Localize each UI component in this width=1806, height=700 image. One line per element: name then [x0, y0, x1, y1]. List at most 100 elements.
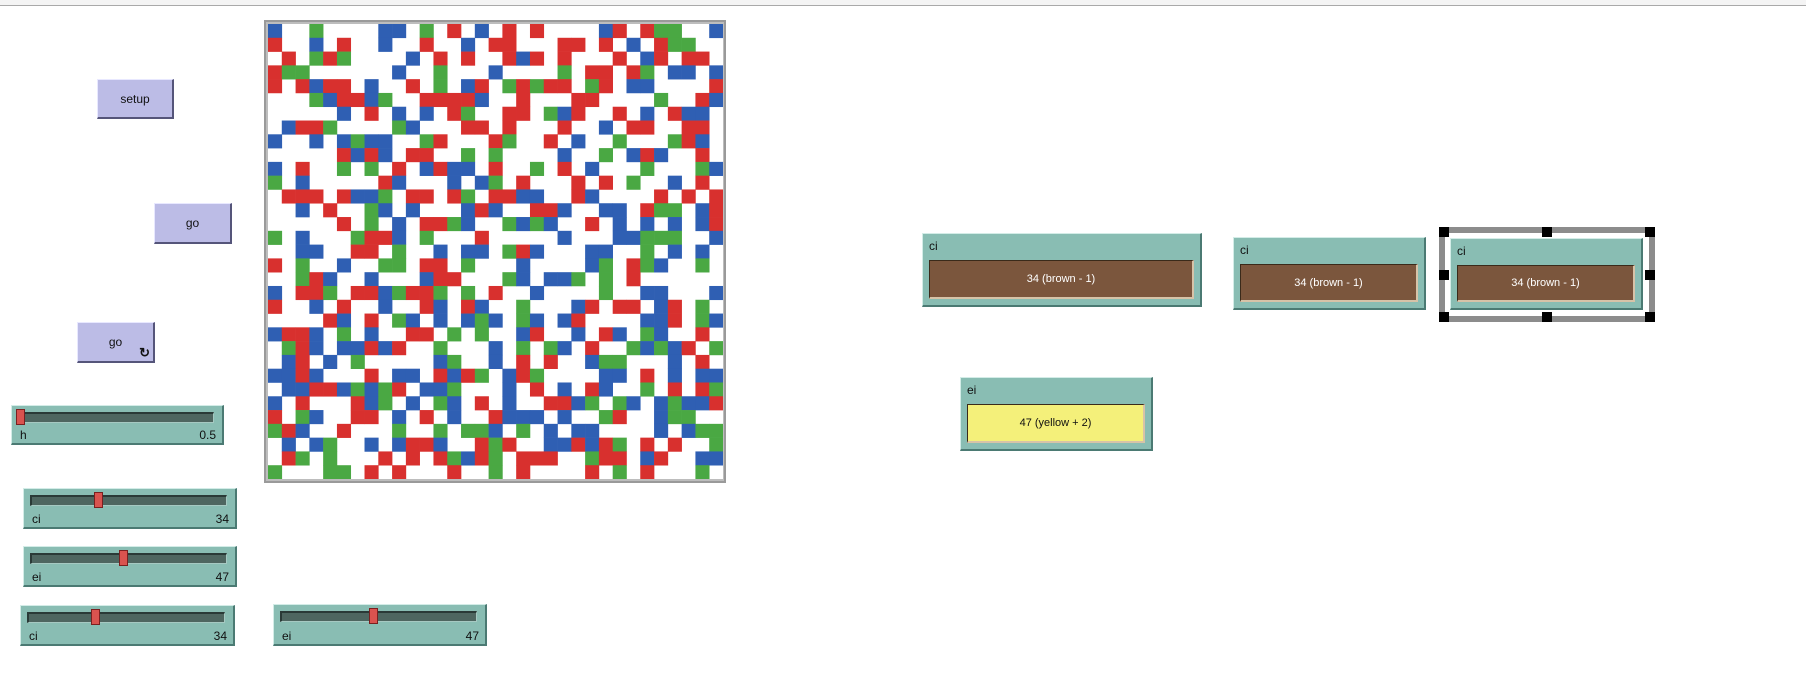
patch — [571, 396, 586, 411]
patch — [667, 244, 682, 259]
patch — [461, 189, 476, 204]
chooser-value[interactable]: 34 (brown - 1) — [1457, 265, 1635, 302]
resize-handle[interactable] — [1439, 270, 1449, 280]
patch — [336, 51, 352, 66]
patch — [447, 354, 462, 369]
patch — [350, 410, 365, 425]
patch — [433, 299, 448, 314]
patch — [433, 79, 448, 94]
patch — [447, 410, 462, 425]
resize-handle[interactable] — [1439, 227, 1449, 237]
patch — [336, 299, 352, 314]
patch — [681, 106, 696, 121]
patch — [433, 161, 448, 176]
patch — [667, 382, 682, 397]
patch — [695, 134, 710, 149]
patch — [447, 106, 462, 121]
patch — [350, 230, 365, 245]
patch — [378, 175, 393, 190]
world-view[interactable] — [264, 20, 726, 483]
patch — [585, 217, 600, 232]
patch — [419, 217, 434, 232]
patch — [433, 92, 448, 108]
patch — [433, 258, 448, 273]
patch — [557, 437, 572, 452]
patch — [640, 368, 655, 383]
patch — [392, 465, 407, 479]
patch — [667, 313, 682, 328]
patch — [336, 341, 352, 356]
chooser-ci[interactable]: ci 34 (brown - 1) — [922, 233, 1202, 307]
patch — [392, 423, 407, 438]
chooser-ei[interactable]: ei 47 (yellow + 2) — [960, 377, 1153, 451]
patch — [667, 437, 682, 452]
patch — [598, 175, 613, 190]
patch — [502, 24, 517, 39]
patch — [474, 244, 489, 259]
go-once-button[interactable]: go — [154, 203, 232, 244]
slider-track[interactable] — [30, 495, 227, 506]
patch — [295, 189, 310, 204]
patch — [461, 285, 476, 301]
patch — [654, 148, 669, 163]
resize-handle[interactable] — [1645, 270, 1655, 280]
patch — [557, 79, 572, 94]
slider-thumb[interactable] — [118, 550, 128, 566]
chooser-ci-2[interactable]: ci 34 (brown - 1) — [1233, 237, 1426, 310]
slider-track[interactable] — [18, 412, 214, 423]
patch — [640, 244, 655, 259]
patch — [502, 134, 517, 149]
patch — [654, 230, 669, 245]
patch — [295, 410, 310, 425]
slider-ci[interactable]: ci 34 — [23, 488, 237, 529]
chooser-ci-3[interactable]: ci 34 (brown - 1) — [1450, 238, 1643, 310]
slider-thumb[interactable] — [368, 608, 378, 624]
slider-ei[interactable]: ei 47 — [23, 546, 237, 587]
patch — [516, 410, 531, 425]
slider-thumb[interactable] — [16, 409, 25, 425]
slider-ei-2[interactable]: ei 47 — [273, 604, 487, 646]
patch-grid[interactable] — [268, 24, 723, 479]
patch — [364, 134, 379, 149]
slider-track[interactable] — [280, 611, 477, 622]
slider-h[interactable]: h 0.5 — [11, 405, 224, 445]
resize-handle[interactable] — [1645, 227, 1655, 237]
patch — [516, 368, 531, 383]
patch — [295, 341, 310, 356]
chooser-value[interactable]: 34 (brown - 1) — [1240, 264, 1418, 302]
slider-thumb[interactable] — [93, 492, 103, 508]
patch — [695, 148, 710, 163]
resize-handle[interactable] — [1645, 312, 1655, 322]
patch — [336, 327, 352, 342]
slider-thumb[interactable] — [90, 609, 100, 625]
patch — [557, 272, 572, 287]
patch — [392, 410, 407, 425]
patch — [557, 396, 572, 411]
chooser-value[interactable]: 47 (yellow + 2) — [967, 404, 1145, 443]
patch — [309, 437, 324, 452]
slider-name: ei — [32, 570, 42, 584]
go-forever-button[interactable]: go ↻ — [77, 322, 155, 363]
patch — [681, 120, 696, 135]
patch — [557, 120, 572, 135]
chooser-label: ci — [1457, 244, 1466, 258]
resize-handle[interactable] — [1542, 227, 1552, 237]
resize-handle[interactable] — [1439, 312, 1449, 322]
setup-button[interactable]: setup — [97, 79, 174, 119]
resize-handle[interactable] — [1542, 312, 1552, 322]
patch — [667, 368, 682, 383]
patch — [612, 134, 627, 149]
patch — [433, 285, 448, 301]
patch — [502, 272, 517, 287]
patch — [419, 37, 434, 52]
patch — [309, 410, 324, 425]
chooser-value[interactable]: 34 (brown - 1) — [929, 260, 1194, 299]
patch — [681, 410, 696, 425]
patch — [695, 217, 710, 232]
slider-track[interactable] — [30, 553, 227, 564]
patch — [709, 24, 723, 39]
patch — [529, 51, 545, 66]
slider-track[interactable] — [27, 612, 225, 623]
slider-ci-2[interactable]: ci 34 — [20, 605, 235, 646]
patch — [709, 65, 723, 80]
